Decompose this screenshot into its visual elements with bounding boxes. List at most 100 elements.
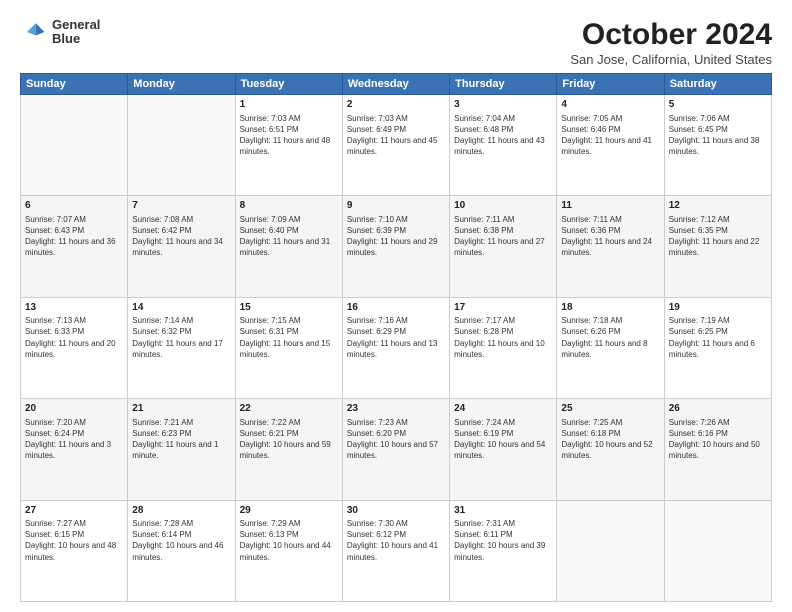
calendar-cell: 17Sunrise: 7:17 AM Sunset: 6:28 PM Dayli… (450, 297, 557, 398)
day-number: 7 (132, 199, 230, 213)
calendar-cell: 30Sunrise: 7:30 AM Sunset: 6:12 PM Dayli… (342, 500, 449, 601)
calendar-cell: 2Sunrise: 7:03 AM Sunset: 6:49 PM Daylig… (342, 95, 449, 196)
day-info: Sunrise: 7:13 AM Sunset: 6:33 PM Dayligh… (25, 315, 123, 360)
calendar-cell: 6Sunrise: 7:07 AM Sunset: 6:43 PM Daylig… (21, 196, 128, 297)
location-subtitle: San Jose, California, United States (570, 52, 772, 67)
day-info: Sunrise: 7:06 AM Sunset: 6:45 PM Dayligh… (669, 113, 767, 158)
day-info: Sunrise: 7:11 AM Sunset: 6:36 PM Dayligh… (561, 214, 659, 259)
day-info: Sunrise: 7:22 AM Sunset: 6:21 PM Dayligh… (240, 417, 338, 462)
calendar-cell (21, 95, 128, 196)
calendar-cell: 15Sunrise: 7:15 AM Sunset: 6:31 PM Dayli… (235, 297, 342, 398)
calendar-cell: 11Sunrise: 7:11 AM Sunset: 6:36 PM Dayli… (557, 196, 664, 297)
calendar-header-friday: Friday (557, 74, 664, 95)
calendar-week-row: 6Sunrise: 7:07 AM Sunset: 6:43 PM Daylig… (21, 196, 772, 297)
day-number: 27 (25, 504, 123, 518)
calendar-cell: 4Sunrise: 7:05 AM Sunset: 6:46 PM Daylig… (557, 95, 664, 196)
day-number: 19 (669, 301, 767, 315)
day-number: 9 (347, 199, 445, 213)
calendar-cell: 14Sunrise: 7:14 AM Sunset: 6:32 PM Dayli… (128, 297, 235, 398)
day-info: Sunrise: 7:21 AM Sunset: 6:23 PM Dayligh… (132, 417, 230, 462)
calendar-cell: 29Sunrise: 7:29 AM Sunset: 6:13 PM Dayli… (235, 500, 342, 601)
calendar-cell: 22Sunrise: 7:22 AM Sunset: 6:21 PM Dayli… (235, 399, 342, 500)
calendar-cell (128, 95, 235, 196)
day-info: Sunrise: 7:10 AM Sunset: 6:39 PM Dayligh… (347, 214, 445, 259)
day-number: 29 (240, 504, 338, 518)
calendar-cell: 28Sunrise: 7:28 AM Sunset: 6:14 PM Dayli… (128, 500, 235, 601)
day-number: 14 (132, 301, 230, 315)
day-number: 31 (454, 504, 552, 518)
calendar-week-row: 13Sunrise: 7:13 AM Sunset: 6:33 PM Dayli… (21, 297, 772, 398)
day-number: 6 (25, 199, 123, 213)
day-info: Sunrise: 7:15 AM Sunset: 6:31 PM Dayligh… (240, 315, 338, 360)
day-number: 22 (240, 402, 338, 416)
header: General Blue October 2024 San Jose, Cali… (20, 18, 772, 67)
day-info: Sunrise: 7:19 AM Sunset: 6:25 PM Dayligh… (669, 315, 767, 360)
title-block: October 2024 San Jose, California, Unite… (570, 18, 772, 67)
logo-icon (20, 18, 48, 46)
day-info: Sunrise: 7:20 AM Sunset: 6:24 PM Dayligh… (25, 417, 123, 462)
calendar-cell: 20Sunrise: 7:20 AM Sunset: 6:24 PM Dayli… (21, 399, 128, 500)
day-number: 8 (240, 199, 338, 213)
calendar-cell: 9Sunrise: 7:10 AM Sunset: 6:39 PM Daylig… (342, 196, 449, 297)
month-title: October 2024 (570, 18, 772, 51)
day-info: Sunrise: 7:30 AM Sunset: 6:12 PM Dayligh… (347, 518, 445, 563)
calendar-cell: 21Sunrise: 7:21 AM Sunset: 6:23 PM Dayli… (128, 399, 235, 500)
day-info: Sunrise: 7:03 AM Sunset: 6:51 PM Dayligh… (240, 113, 338, 158)
day-info: Sunrise: 7:03 AM Sunset: 6:49 PM Dayligh… (347, 113, 445, 158)
calendar-cell: 3Sunrise: 7:04 AM Sunset: 6:48 PM Daylig… (450, 95, 557, 196)
calendar-header-saturday: Saturday (664, 74, 771, 95)
calendar-cell: 24Sunrise: 7:24 AM Sunset: 6:19 PM Dayli… (450, 399, 557, 500)
day-number: 11 (561, 199, 659, 213)
day-info: Sunrise: 7:27 AM Sunset: 6:15 PM Dayligh… (25, 518, 123, 563)
logo-text: General Blue (52, 18, 100, 47)
calendar-cell: 31Sunrise: 7:31 AM Sunset: 6:11 PM Dayli… (450, 500, 557, 601)
calendar-cell: 12Sunrise: 7:12 AM Sunset: 6:35 PM Dayli… (664, 196, 771, 297)
calendar-week-row: 27Sunrise: 7:27 AM Sunset: 6:15 PM Dayli… (21, 500, 772, 601)
day-number: 13 (25, 301, 123, 315)
calendar-cell: 16Sunrise: 7:16 AM Sunset: 6:29 PM Dayli… (342, 297, 449, 398)
day-info: Sunrise: 7:11 AM Sunset: 6:38 PM Dayligh… (454, 214, 552, 259)
calendar-header-monday: Monday (128, 74, 235, 95)
day-number: 17 (454, 301, 552, 315)
day-info: Sunrise: 7:31 AM Sunset: 6:11 PM Dayligh… (454, 518, 552, 563)
day-number: 25 (561, 402, 659, 416)
calendar-cell: 1Sunrise: 7:03 AM Sunset: 6:51 PM Daylig… (235, 95, 342, 196)
day-info: Sunrise: 7:16 AM Sunset: 6:29 PM Dayligh… (347, 315, 445, 360)
calendar-cell: 26Sunrise: 7:26 AM Sunset: 6:16 PM Dayli… (664, 399, 771, 500)
day-info: Sunrise: 7:07 AM Sunset: 6:43 PM Dayligh… (25, 214, 123, 259)
day-info: Sunrise: 7:12 AM Sunset: 6:35 PM Dayligh… (669, 214, 767, 259)
day-info: Sunrise: 7:23 AM Sunset: 6:20 PM Dayligh… (347, 417, 445, 462)
day-number: 18 (561, 301, 659, 315)
day-number: 26 (669, 402, 767, 416)
calendar-table: SundayMondayTuesdayWednesdayThursdayFrid… (20, 73, 772, 602)
day-info: Sunrise: 7:04 AM Sunset: 6:48 PM Dayligh… (454, 113, 552, 158)
calendar-cell: 27Sunrise: 7:27 AM Sunset: 6:15 PM Dayli… (21, 500, 128, 601)
day-info: Sunrise: 7:28 AM Sunset: 6:14 PM Dayligh… (132, 518, 230, 563)
day-info: Sunrise: 7:26 AM Sunset: 6:16 PM Dayligh… (669, 417, 767, 462)
calendar-cell (664, 500, 771, 601)
day-number: 30 (347, 504, 445, 518)
calendar-cell: 19Sunrise: 7:19 AM Sunset: 6:25 PM Dayli… (664, 297, 771, 398)
calendar-week-row: 1Sunrise: 7:03 AM Sunset: 6:51 PM Daylig… (21, 95, 772, 196)
day-info: Sunrise: 7:08 AM Sunset: 6:42 PM Dayligh… (132, 214, 230, 259)
calendar-header-wednesday: Wednesday (342, 74, 449, 95)
calendar-cell (557, 500, 664, 601)
day-info: Sunrise: 7:24 AM Sunset: 6:19 PM Dayligh… (454, 417, 552, 462)
day-number: 23 (347, 402, 445, 416)
calendar-cell: 25Sunrise: 7:25 AM Sunset: 6:18 PM Dayli… (557, 399, 664, 500)
day-number: 4 (561, 98, 659, 112)
day-number: 12 (669, 199, 767, 213)
day-number: 5 (669, 98, 767, 112)
calendar-week-row: 20Sunrise: 7:20 AM Sunset: 6:24 PM Dayli… (21, 399, 772, 500)
logo: General Blue (20, 18, 100, 47)
day-number: 3 (454, 98, 552, 112)
day-number: 16 (347, 301, 445, 315)
day-info: Sunrise: 7:29 AM Sunset: 6:13 PM Dayligh… (240, 518, 338, 563)
day-info: Sunrise: 7:14 AM Sunset: 6:32 PM Dayligh… (132, 315, 230, 360)
day-number: 24 (454, 402, 552, 416)
day-info: Sunrise: 7:17 AM Sunset: 6:28 PM Dayligh… (454, 315, 552, 360)
calendar-header-thursday: Thursday (450, 74, 557, 95)
calendar-cell: 7Sunrise: 7:08 AM Sunset: 6:42 PM Daylig… (128, 196, 235, 297)
day-info: Sunrise: 7:09 AM Sunset: 6:40 PM Dayligh… (240, 214, 338, 259)
calendar-cell: 8Sunrise: 7:09 AM Sunset: 6:40 PM Daylig… (235, 196, 342, 297)
